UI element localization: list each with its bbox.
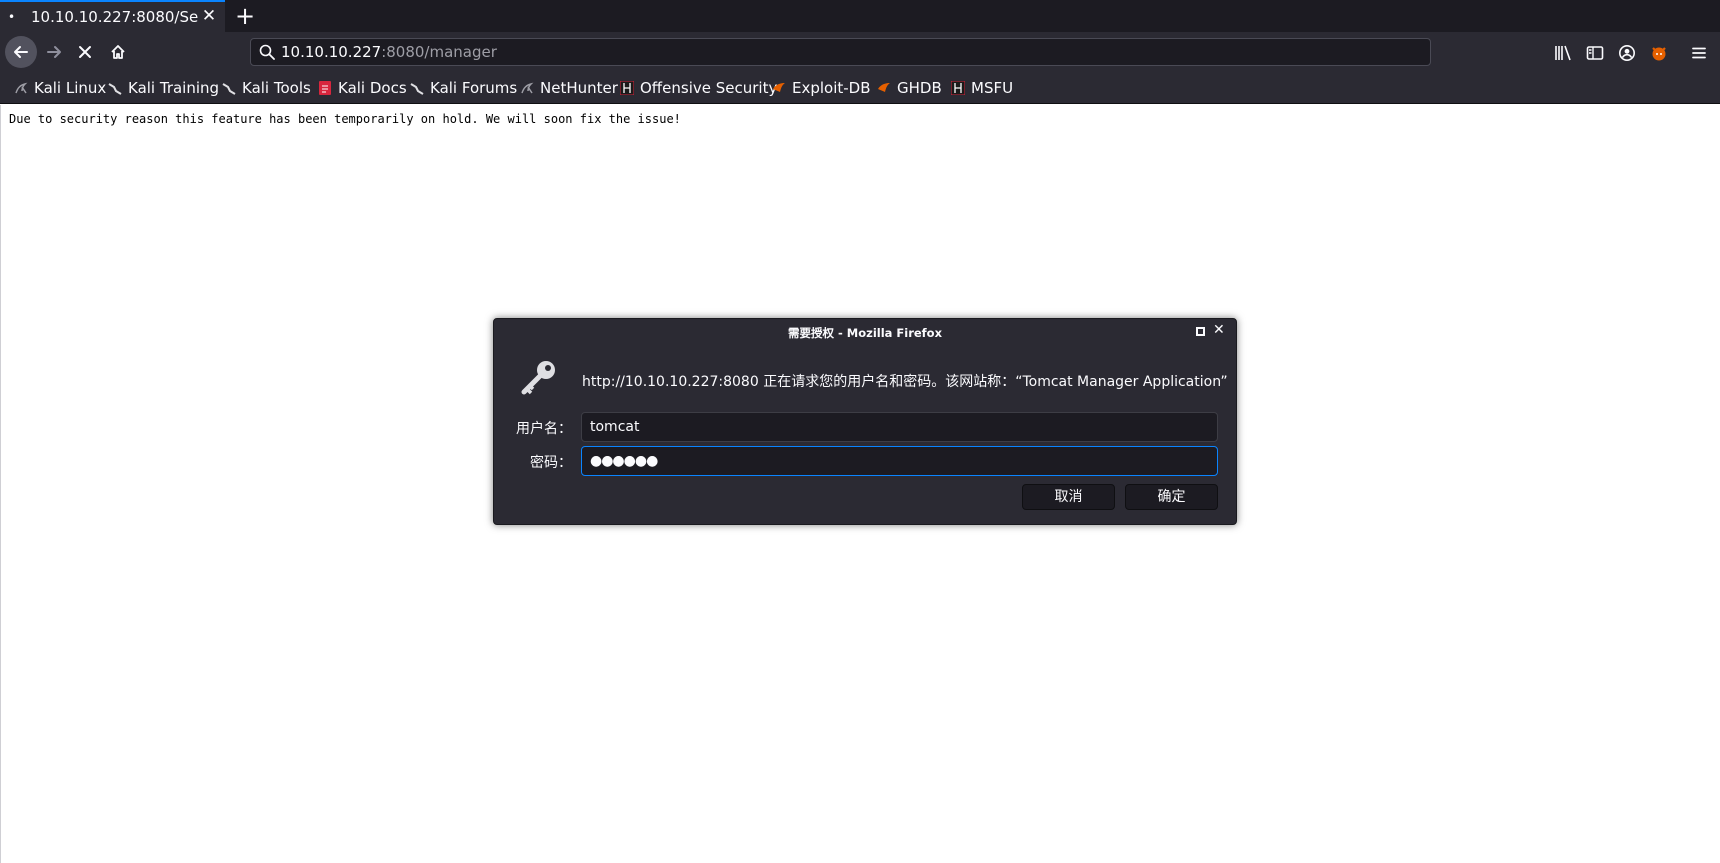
- url-host: 10.10.10.227: [281, 43, 382, 61]
- exploit-db-icon: [773, 83, 785, 92]
- page-message: Due to security reason this feature has …: [9, 112, 681, 126]
- url-text: 10.10.10.227:8080/manager: [281, 43, 497, 61]
- cancel-button[interactable]: 取消: [1022, 484, 1115, 510]
- password-field[interactable]: ●●●●●●: [581, 446, 1218, 476]
- username-field[interactable]: tomcat: [581, 412, 1218, 442]
- stop-x-icon: [79, 46, 91, 58]
- search-icon: [259, 44, 275, 60]
- hamburger-menu-icon[interactable]: [1690, 44, 1708, 62]
- loading-dot-icon: •: [8, 10, 16, 24]
- navigation-toolbar: 10.10.10.227:8080/manager: [0, 32, 1720, 72]
- bookmark-kali-forums[interactable]: Kali Forums: [410, 78, 517, 98]
- bookmark-kali-linux[interactable]: Kali Linux: [14, 78, 106, 98]
- url-bar[interactable]: 10.10.10.227:8080/manager: [250, 38, 1431, 66]
- bookmark-kali-tools[interactable]: Kali Tools: [222, 78, 311, 98]
- arrow-left-icon: [14, 46, 28, 58]
- tab-close-icon[interactable]: ✕: [200, 6, 218, 26]
- kali-dragon-icon: [108, 83, 122, 95]
- password-label: 密码：: [530, 455, 572, 471]
- tab-strip: • 10.10.10.227:8080/Servlet ✕ +: [0, 0, 1720, 32]
- arrow-right-icon: [47, 46, 61, 58]
- kali-dragon-icon: [222, 83, 236, 95]
- key-icon: [521, 361, 555, 395]
- extension-fox-icon[interactable]: [1650, 44, 1668, 62]
- bookmark-label: Exploit-DB: [792, 79, 871, 97]
- bookmarks-toolbar: Kali Linux Kali Training Kali Tools Kali…: [0, 72, 1720, 104]
- exploit-db-icon: [878, 83, 890, 92]
- bookmark-label: NetHunter: [540, 79, 618, 97]
- kali-dragon-icon: [15, 82, 28, 94]
- nethunter-icon: [521, 82, 534, 94]
- bookmark-label: Kali Training: [128, 79, 220, 97]
- library-icon[interactable]: [1554, 44, 1572, 62]
- bookmark-msfu[interactable]: MSFU: [951, 78, 1013, 98]
- sidebar-icon[interactable]: [1586, 44, 1604, 62]
- auth-dialog: 需要授权 - Mozilla Firefox ✕ http://10.10.10…: [493, 318, 1237, 525]
- bookmark-label: Kali Linux: [34, 79, 107, 97]
- bookmark-ghdb[interactable]: GHDB: [877, 78, 942, 98]
- bookmark-offensive-security[interactable]: Offensive Security: [620, 78, 777, 98]
- back-button[interactable]: [5, 36, 37, 68]
- username-label: 用户名：: [516, 421, 572, 437]
- tab-title: 10.10.10.227:8080/Servlet: [31, 8, 199, 26]
- account-icon[interactable]: [1618, 44, 1636, 62]
- bookmark-kali-training[interactable]: Kali Training: [108, 78, 219, 98]
- url-path: :8080/manager: [381, 43, 497, 61]
- bookmark-kali-docs[interactable]: Kali Docs: [318, 78, 407, 98]
- ok-button[interactable]: 确定: [1125, 484, 1218, 510]
- bookmark-label: Offensive Security: [640, 79, 778, 97]
- home-button[interactable]: [102, 36, 134, 68]
- kali-dragon-icon: [410, 83, 424, 95]
- dialog-title: 需要授权 - Mozilla Firefox: [788, 326, 942, 340]
- home-icon: [111, 45, 125, 59]
- bookmark-label: Kali Docs: [338, 79, 407, 97]
- stop-button[interactable]: [69, 36, 101, 68]
- offsec-icon: [620, 81, 634, 95]
- bookmark-label: GHDB: [897, 79, 942, 97]
- bookmark-exploit-db[interactable]: Exploit-DB: [772, 78, 871, 98]
- kali-docs-icon: [319, 81, 331, 95]
- bookmark-label: Kali Tools: [242, 79, 311, 97]
- new-tab-button[interactable]: +: [233, 2, 257, 30]
- dialog-close-icon[interactable]: ✕: [1213, 322, 1225, 338]
- bookmark-label: MSFU: [971, 79, 1014, 97]
- maximize-icon[interactable]: [1196, 327, 1205, 336]
- bookmark-nethunter[interactable]: NetHunter: [520, 78, 618, 98]
- bookmark-label: Kali Forums: [430, 79, 518, 97]
- offsec-icon: [951, 81, 965, 95]
- forward-button[interactable]: [38, 36, 70, 68]
- tab-active[interactable]: • 10.10.10.227:8080/Servlet ✕: [0, 0, 225, 32]
- dialog-message: http://10.10.10.227:8080 正在请求您的用户名和密码。该网…: [582, 374, 1228, 390]
